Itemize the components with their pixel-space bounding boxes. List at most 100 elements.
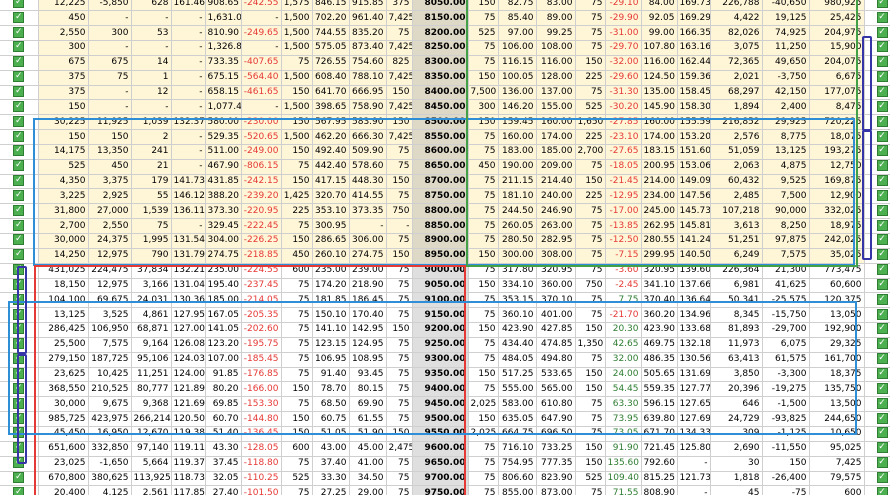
row-select-left[interactable]: ✓ [0, 248, 39, 264]
row-select-left[interactable]: ✓ [0, 0, 39, 12]
check-square-icon[interactable]: ✓ [876, 397, 888, 409]
row-select-right[interactable]: ✓ [864, 456, 890, 472]
row-select-left[interactable]: ✓ [0, 55, 39, 71]
row-select-left[interactable]: ✓ [0, 396, 39, 413]
check-square-icon[interactable]: ✓ [876, 427, 888, 439]
row-select-left[interactable]: ✓ [0, 10, 39, 27]
row-select-left[interactable]: ✓ [0, 485, 39, 495]
check-square-icon[interactable]: ✓ [876, 412, 888, 424]
row-select-left[interactable]: ✓ [0, 114, 39, 131]
check-square-icon[interactable]: ✓ [13, 442, 25, 454]
check-square-icon[interactable]: ✓ [13, 264, 25, 276]
row-select-left[interactable]: ✓ [0, 426, 39, 442]
check-square-icon[interactable]: ✓ [13, 471, 25, 483]
check-square-icon[interactable]: ✓ [876, 219, 888, 231]
row-select-right[interactable]: ✓ [864, 129, 890, 145]
row-select-right[interactable]: ✓ [864, 10, 890, 27]
row-select-left[interactable]: ✓ [0, 99, 39, 116]
check-square-icon[interactable]: ✓ [13, 189, 25, 201]
check-square-icon[interactable]: ✓ [13, 249, 25, 261]
check-square-icon[interactable]: ✓ [13, 397, 25, 409]
row-select-left[interactable]: ✓ [0, 203, 39, 220]
check-square-icon[interactable]: ✓ [13, 41, 25, 53]
row-select-left[interactable]: ✓ [0, 307, 39, 324]
check-square-icon[interactable]: ✓ [13, 100, 25, 112]
row-select-right[interactable]: ✓ [864, 307, 890, 324]
check-square-icon[interactable]: ✓ [13, 56, 25, 68]
check-square-icon[interactable]: ✓ [876, 41, 888, 53]
row-select-left[interactable]: ✓ [0, 278, 39, 294]
row-select-right[interactable]: ✓ [864, 337, 890, 353]
row-select-left[interactable]: ✓ [0, 456, 39, 472]
check-square-icon[interactable]: ✓ [13, 412, 25, 424]
row-select-right[interactable]: ✓ [864, 233, 890, 249]
check-square-icon[interactable]: ✓ [13, 11, 25, 23]
row-select-right[interactable]: ✓ [864, 485, 890, 495]
check-square-icon[interactable]: ✓ [13, 382, 25, 394]
check-square-icon[interactable]: ✓ [876, 278, 888, 290]
row-select-left[interactable]: ✓ [0, 381, 39, 398]
check-square-icon[interactable]: ✓ [876, 115, 888, 127]
check-square-icon[interactable]: ✓ [13, 293, 25, 305]
check-square-icon[interactable]: ✓ [13, 427, 25, 439]
row-select-left[interactable]: ✓ [0, 411, 39, 427]
check-square-icon[interactable]: ✓ [876, 100, 888, 112]
check-square-icon[interactable]: ✓ [876, 308, 888, 320]
check-square-icon[interactable]: ✓ [13, 323, 25, 335]
check-square-icon[interactable]: ✓ [13, 353, 25, 365]
row-select-left[interactable]: ✓ [0, 70, 39, 86]
check-square-icon[interactable]: ✓ [876, 11, 888, 23]
check-square-icon[interactable]: ✓ [13, 219, 25, 231]
row-select-right[interactable]: ✓ [864, 25, 890, 42]
row-select-right[interactable]: ✓ [864, 203, 890, 220]
row-select-left[interactable]: ✓ [0, 188, 39, 205]
row-select-right[interactable]: ✓ [864, 40, 890, 56]
row-select-right[interactable]: ✓ [864, 55, 890, 71]
check-square-icon[interactable]: ✓ [876, 442, 888, 454]
check-square-icon[interactable]: ✓ [13, 145, 25, 157]
row-select-right[interactable]: ✓ [864, 278, 890, 294]
check-square-icon[interactable]: ✓ [876, 145, 888, 157]
row-select-right[interactable]: ✓ [864, 426, 890, 442]
check-square-icon[interactable]: ✓ [13, 26, 25, 38]
check-square-icon[interactable]: ✓ [13, 71, 25, 83]
row-select-left[interactable]: ✓ [0, 471, 39, 487]
row-select-left[interactable]: ✓ [0, 233, 39, 249]
check-square-icon[interactable]: ✓ [13, 457, 25, 469]
check-square-icon[interactable]: ✓ [876, 471, 888, 483]
check-square-icon[interactable]: ✓ [13, 308, 25, 320]
row-select-right[interactable]: ✓ [864, 292, 890, 309]
check-square-icon[interactable]: ✓ [13, 278, 25, 290]
row-select-right[interactable]: ✓ [864, 367, 890, 383]
check-square-icon[interactable]: ✓ [876, 249, 888, 261]
check-square-icon[interactable]: ✓ [876, 323, 888, 335]
check-square-icon[interactable]: ✓ [876, 0, 888, 8]
row-select-right[interactable]: ✓ [864, 159, 890, 175]
check-square-icon[interactable]: ✓ [13, 486, 25, 495]
check-square-icon[interactable]: ✓ [13, 0, 25, 8]
row-select-right[interactable]: ✓ [864, 263, 890, 279]
row-select-right[interactable]: ✓ [864, 248, 890, 264]
row-select-right[interactable]: ✓ [864, 70, 890, 86]
row-select-right[interactable]: ✓ [864, 322, 890, 338]
check-square-icon[interactable]: ✓ [876, 56, 888, 68]
check-square-icon[interactable]: ✓ [876, 26, 888, 38]
row-select-left[interactable]: ✓ [0, 129, 39, 145]
check-square-icon[interactable]: ✓ [13, 234, 25, 246]
check-square-icon[interactable]: ✓ [876, 175, 888, 187]
row-select-left[interactable]: ✓ [0, 352, 39, 368]
row-select-left[interactable]: ✓ [0, 159, 39, 175]
check-square-icon[interactable]: ✓ [876, 85, 888, 97]
row-select-left[interactable]: ✓ [0, 441, 39, 457]
row-select-left[interactable]: ✓ [0, 25, 39, 42]
row-select-right[interactable]: ✓ [864, 85, 890, 101]
check-square-icon[interactable]: ✓ [876, 368, 888, 380]
check-square-icon[interactable]: ✓ [876, 457, 888, 469]
row-select-left[interactable]: ✓ [0, 85, 39, 101]
row-select-left[interactable]: ✓ [0, 367, 39, 383]
check-square-icon[interactable]: ✓ [876, 486, 888, 495]
check-square-icon[interactable]: ✓ [13, 368, 25, 380]
check-square-icon[interactable]: ✓ [876, 338, 888, 350]
check-square-icon[interactable]: ✓ [876, 264, 888, 276]
check-square-icon[interactable]: ✓ [13, 204, 25, 216]
